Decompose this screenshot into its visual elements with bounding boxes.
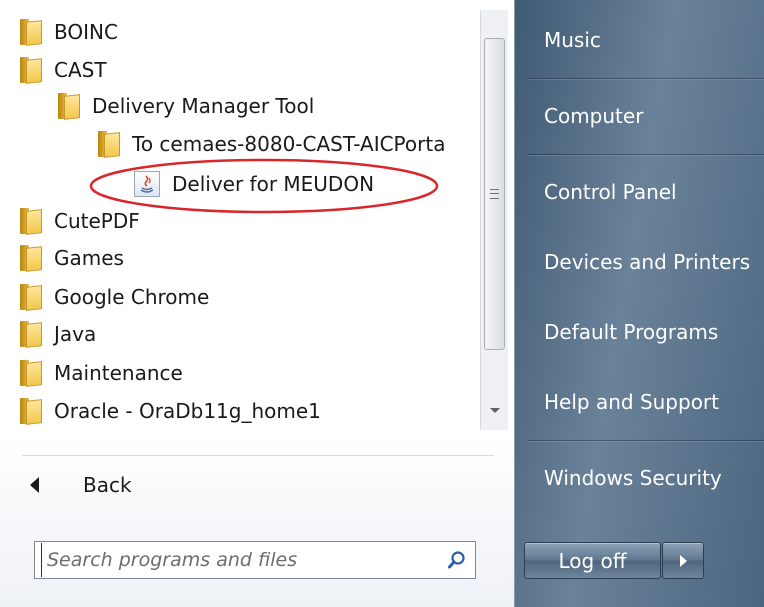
- log-off-button[interactable]: Log off: [524, 542, 661, 579]
- divider: [527, 78, 764, 79]
- program-item-cast[interactable]: CAST: [20, 51, 107, 89]
- right-pane: [515, 0, 764, 607]
- menu-label: Default Programs: [544, 320, 719, 344]
- menu-item-devices-and-printers[interactable]: Devices and Printers: [544, 242, 750, 282]
- program-item-games[interactable]: Games: [20, 239, 124, 277]
- program-item-delivery-manager-tool[interactable]: Delivery Manager Tool: [58, 87, 314, 125]
- program-item-oracle[interactable]: Oracle - OraDb11g_home1: [20, 392, 321, 430]
- back-arrow-icon: [30, 477, 39, 493]
- scroll-down-arrow-icon[interactable]: [490, 408, 500, 413]
- menu-label: Windows Security: [544, 466, 722, 490]
- menu-item-control-panel[interactable]: Control Panel: [544, 172, 677, 212]
- program-item-cutepdf[interactable]: CutePDF: [20, 202, 140, 240]
- search-box[interactable]: [34, 541, 476, 579]
- program-list-scrollbar[interactable]: [480, 10, 508, 430]
- search-input[interactable]: [41, 543, 439, 577]
- program-label: Oracle - OraDb11g_home1: [54, 399, 321, 423]
- folder-icon: [20, 284, 42, 310]
- arrow-right-icon: [679, 554, 687, 567]
- log-off-label: Log off: [558, 548, 627, 573]
- menu-item-default-programs[interactable]: Default Programs: [544, 312, 718, 352]
- program-item-boinc[interactable]: BOINC: [20, 13, 118, 51]
- folder-icon: [98, 131, 120, 157]
- program-label: BOINC: [54, 20, 118, 44]
- program-list: BOINC CAST Delivery Manager Tool To cema…: [10, 10, 480, 432]
- program-label: CAST: [54, 58, 107, 82]
- program-item-maintenance[interactable]: Maintenance: [20, 354, 183, 392]
- menu-label: Control Panel: [544, 180, 677, 204]
- program-item-google-chrome[interactable]: Google Chrome: [20, 278, 209, 316]
- program-label: Java: [54, 322, 97, 346]
- grip-icon: [490, 189, 499, 199]
- program-item-java[interactable]: Java: [20, 315, 96, 353]
- program-label: CutePDF: [54, 209, 140, 233]
- divider: [527, 154, 764, 155]
- menu-label: Music: [544, 28, 601, 52]
- menu-item-computer[interactable]: Computer: [544, 96, 643, 136]
- menu-item-music[interactable]: Music: [544, 20, 601, 60]
- folder-icon: [20, 19, 42, 45]
- program-item-deliver-for-meudon[interactable]: Deliver for MEUDON: [134, 165, 374, 203]
- folder-icon: [20, 245, 42, 271]
- folder-icon: [20, 57, 42, 83]
- program-label: Deliver for MEUDON: [172, 172, 375, 196]
- scrollbar-thumb[interactable]: [484, 38, 505, 350]
- menu-label: Help and Support: [544, 390, 719, 414]
- search-icon[interactable]: [439, 542, 475, 578]
- divider: [22, 455, 494, 456]
- program-label: Games: [54, 246, 124, 270]
- folder-icon: [58, 93, 80, 119]
- back-label: Back: [83, 473, 132, 497]
- java-app-icon: [134, 171, 160, 197]
- folder-icon: [20, 360, 42, 386]
- menu-label: Devices and Printers: [544, 250, 751, 274]
- folder-icon: [20, 398, 42, 424]
- folder-icon: [20, 321, 42, 347]
- menu-item-help-and-support[interactable]: Help and Support: [544, 382, 719, 422]
- back-button[interactable]: Back: [30, 466, 132, 504]
- folder-icon: [20, 208, 42, 234]
- program-label: Delivery Manager Tool: [92, 94, 315, 118]
- program-item-to-cemaes[interactable]: To cemaes-8080-CAST-AICPorta: [98, 125, 445, 163]
- program-label: To cemaes-8080-CAST-AICPorta: [132, 132, 446, 156]
- menu-item-windows-security[interactable]: Windows Security: [544, 458, 722, 498]
- menu-label: Computer: [544, 104, 644, 128]
- program-label: Maintenance: [54, 361, 183, 385]
- shutdown-options-button[interactable]: [662, 542, 704, 579]
- divider: [527, 440, 764, 441]
- programs-pane: BOINC CAST Delivery Manager Tool To cema…: [0, 0, 515, 607]
- program-label: Google Chrome: [54, 285, 210, 309]
